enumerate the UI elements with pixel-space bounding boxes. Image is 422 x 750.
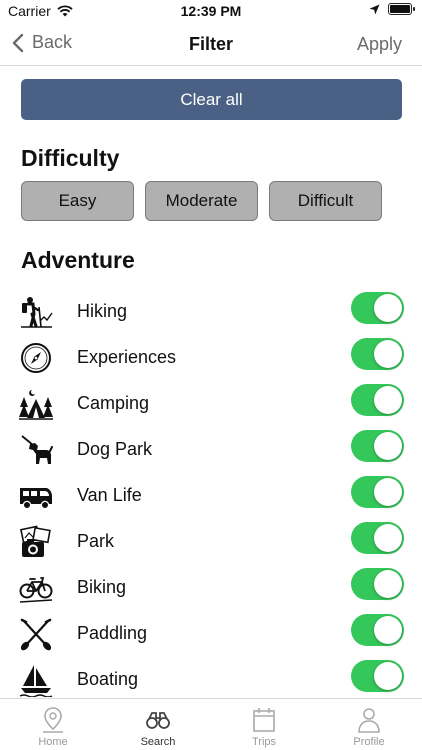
camping-toggle[interactable] [351, 384, 404, 416]
sailboat-icon [19, 665, 53, 697]
status-time: 12:39 PM [180, 3, 242, 19]
binoculars-icon [146, 712, 170, 729]
tab-profile[interactable]: Profile [316, 699, 422, 750]
photo-camera-icon [19, 525, 51, 557]
battery-icon [388, 3, 415, 15]
adventure-label: Boating [77, 669, 139, 689]
adventure-label: Dog Park [77, 439, 153, 459]
adventure-label: Camping [77, 393, 150, 413]
adventure-row-biking: Biking [0, 567, 422, 613]
tab-bar: Home Search Trips Profile [0, 698, 422, 750]
dog-icon [21, 435, 53, 464]
tab-label: Search [140, 736, 176, 748]
tent-icon [19, 390, 53, 420]
calendar-icon [253, 708, 275, 732]
boating-toggle[interactable] [351, 660, 404, 692]
difficulty-moderate-button[interactable]: Moderate [145, 181, 258, 221]
clear-all-button[interactable]: Clear all [21, 79, 402, 120]
tab-trips[interactable]: Trips [211, 699, 317, 750]
biking-toggle[interactable] [351, 568, 404, 600]
tab-label: Profile [353, 736, 385, 748]
adventure-label: Biking [77, 577, 127, 597]
difficulty-difficult-button[interactable]: Difficult [269, 181, 382, 221]
paddles-icon [20, 618, 52, 651]
difficulty-easy-button[interactable]: Easy [21, 181, 134, 221]
status-bar: Carrier 12:39 PM [0, 0, 422, 22]
adventure-label: Experiences [77, 347, 177, 367]
adventure-label: Park [77, 531, 115, 551]
map-pin-icon [43, 707, 63, 733]
tab-home[interactable]: Home [0, 699, 106, 750]
adventure-row-dog-park: Dog Park [0, 429, 422, 475]
bike-icon [19, 577, 53, 603]
adventure-label: Paddling [77, 623, 148, 643]
hiking-icon [21, 297, 53, 328]
adventure-row-experiences: Experiences [0, 337, 422, 383]
difficulty-heading: Difficulty [21, 145, 120, 171]
adventure-label: Hiking [77, 301, 128, 321]
navigation-bar: Back Filter Apply [0, 22, 422, 66]
adventure-row-van-life: Van Life [0, 475, 422, 521]
adventure-row-paddling: Paddling [0, 613, 422, 659]
experiences-toggle[interactable] [351, 338, 404, 370]
adventure-row-camping: Camping [0, 383, 422, 429]
hiking-toggle[interactable] [351, 292, 404, 324]
paddling-toggle[interactable] [351, 614, 404, 646]
person-icon [358, 708, 380, 733]
adventure-heading: Adventure [21, 247, 135, 273]
park-toggle[interactable] [351, 522, 404, 554]
compass-icon [21, 343, 51, 373]
van-icon [20, 488, 52, 510]
apply-button[interactable]: Apply [357, 34, 402, 55]
dog-park-toggle[interactable] [351, 430, 404, 462]
adventure-row-hiking: Hiking [0, 291, 422, 337]
adventure-row-park: Park [0, 521, 422, 567]
location-arrow-icon [369, 4, 380, 14]
van-life-toggle[interactable] [351, 476, 404, 508]
adventure-label: Van Life [77, 485, 142, 505]
tab-label: Home [38, 736, 68, 748]
tab-search[interactable]: Search [105, 699, 211, 750]
clear-all-label: Clear all [180, 89, 243, 109]
tab-label: Trips [251, 736, 277, 748]
